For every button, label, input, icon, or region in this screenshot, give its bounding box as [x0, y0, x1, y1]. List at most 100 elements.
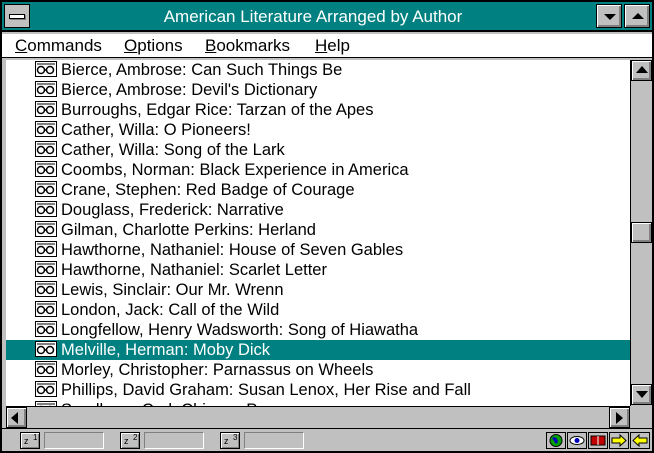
list-item[interactable]: Phillips, David Graham: Susan Lenox, Her…	[6, 380, 630, 400]
list-item-label: Bierce, Ambrose: Devil's Dictionary	[61, 81, 318, 99]
zoom-button-1[interactable]: z1	[20, 432, 40, 449]
status-bar: z1 z2 z3	[2, 428, 652, 451]
menu-bookmarks-label: ookmarks	[216, 36, 291, 55]
list-item-label: London, Jack: Call of the Wild	[61, 301, 280, 319]
book-icon	[35, 321, 59, 339]
up-arrow-icon	[636, 66, 648, 73]
menu-help-label: elp	[327, 36, 350, 55]
list-item-label: Hawthorne, Nathaniel: House of Seven Gab…	[61, 241, 404, 259]
minimize-button[interactable]	[596, 4, 622, 28]
zoom-1-number: 1	[33, 433, 38, 442]
list-item[interactable]: Douglass, Frederick: Narrative	[6, 200, 630, 220]
zoom-3-number: 3	[233, 433, 238, 442]
zoom-1-z: z	[24, 436, 29, 446]
list-item[interactable]: Hawthorne, Nathaniel: House of Seven Gab…	[6, 240, 630, 260]
book-icon	[35, 261, 59, 279]
book-icon	[35, 181, 59, 199]
book-icon	[35, 121, 59, 139]
list-item[interactable]: London, Jack: Call of the Wild	[6, 300, 630, 320]
minimize-icon	[604, 14, 616, 20]
book-open-icon[interactable]	[588, 432, 608, 449]
book-icon	[35, 141, 59, 159]
left-arrow-icon[interactable]	[630, 432, 650, 449]
down-arrow-icon	[636, 391, 648, 398]
right-arrow-icon[interactable]	[609, 432, 629, 449]
maximize-icon	[632, 13, 644, 19]
list-item-label: Cather, Willa: Song of the Lark	[61, 141, 285, 159]
list-item-label: Lewis, Sinclair: Our Mr. Wrenn	[61, 281, 284, 299]
list-item-label: Phillips, David Graham: Susan Lenox, Her…	[61, 381, 471, 399]
list-item[interactable]: Hawthorne, Nathaniel: Scarlet Letter	[6, 260, 630, 280]
zoom-button-2[interactable]: z2	[120, 432, 140, 449]
list-item[interactable]: Coombs, Norman: Black Experience in Amer…	[6, 160, 630, 180]
author-list[interactable]: Bierce, Ambrose: Can Such Things Be Bierc…	[6, 60, 630, 406]
book-icon	[35, 361, 59, 379]
app-window: American Literature Arranged by Author C…	[0, 0, 654, 453]
book-icon	[35, 301, 59, 319]
zoom-field-3	[244, 432, 304, 449]
list-item[interactable]: Melville, Herman: Moby Dick	[6, 340, 630, 360]
scroll-left-button[interactable]	[6, 407, 27, 428]
menu-help[interactable]: Help	[315, 36, 350, 56]
list-item-label: Coombs, Norman: Black Experience in Amer…	[61, 161, 409, 179]
system-menu-icon	[9, 14, 25, 19]
menu-options-label: ptions	[137, 36, 183, 55]
list-item[interactable]: Cather, Willa: O Pioneers!	[6, 120, 630, 140]
book-icon	[35, 161, 59, 179]
book-icon	[35, 381, 59, 399]
menu-bar: Commands Options Bookmarks Help	[2, 34, 652, 58]
eye-icon[interactable]	[567, 432, 587, 449]
menu-commands-mnemonic: C	[15, 36, 28, 55]
vertical-scrollbar[interactable]	[630, 60, 652, 406]
list-item[interactable]: Gilman, Charlotte Perkins: Herland	[6, 220, 630, 240]
list-item-label: Cather, Willa: O Pioneers!	[61, 121, 251, 139]
menu-bookmarks-mnemonic: B	[205, 36, 217, 55]
list-item-label: Gilman, Charlotte Perkins: Herland	[61, 221, 316, 239]
globe-icon[interactable]	[546, 432, 566, 449]
list-item[interactable]: Burroughs, Edgar Rice: Tarzan of the Ape…	[6, 100, 630, 120]
list-item-label: Morley, Christopher: Parnassus on Wheels	[61, 361, 374, 379]
zoom-3-z: z	[224, 436, 229, 446]
list-item[interactable]: Cather, Willa: Song of the Lark	[6, 140, 630, 160]
left-arrow-icon	[11, 412, 18, 424]
book-icon	[35, 61, 59, 79]
scroll-right-button[interactable]	[609, 407, 630, 428]
list-item[interactable]: Bierce, Ambrose: Can Such Things Be	[6, 60, 630, 80]
menu-commands[interactable]: Commands	[15, 36, 102, 56]
menu-commands-label: ommands	[27, 36, 102, 55]
menu-help-mnemonic: H	[315, 36, 328, 55]
book-icon	[35, 281, 59, 299]
list-item-label: Burroughs, Edgar Rice: Tarzan of the Ape…	[61, 101, 374, 119]
scrollbar-corner	[630, 406, 652, 428]
right-arrow-icon	[616, 412, 623, 424]
zoom-field-2	[144, 432, 204, 449]
window-title: American Literature Arranged by Author	[163, 7, 463, 26]
menu-options[interactable]: Options	[124, 36, 183, 56]
book-icon	[35, 81, 59, 99]
list-item[interactable]: Morley, Christopher: Parnassus on Wheels	[6, 360, 630, 380]
scroll-down-button[interactable]	[631, 384, 652, 405]
book-icon	[35, 201, 59, 219]
list-item-label: Melville, Herman: Moby Dick	[61, 341, 271, 359]
book-icon	[35, 101, 59, 119]
book-icon	[35, 241, 59, 259]
book-icon	[35, 221, 59, 239]
list-item[interactable]: Bierce, Ambrose: Devil's Dictionary	[6, 80, 630, 100]
zoom-2-z: z	[124, 436, 129, 446]
zoom-field-1	[44, 432, 104, 449]
zoom-button-3[interactable]: z3	[220, 432, 240, 449]
list-item[interactable]: Lewis, Sinclair: Our Mr. Wrenn	[6, 280, 630, 300]
system-menu-button[interactable]	[4, 4, 30, 28]
horizontal-scrollbar[interactable]	[6, 406, 630, 428]
list-item-label: Bierce, Ambrose: Can Such Things Be	[61, 61, 343, 79]
book-icon	[35, 341, 59, 359]
title-bar[interactable]: American Literature Arranged by Author	[2, 2, 652, 32]
list-item[interactable]: Crane, Stephen: Red Badge of Courage	[6, 180, 630, 200]
menu-bookmarks[interactable]: Bookmarks	[205, 36, 290, 56]
maximize-button[interactable]	[624, 4, 650, 28]
list-item[interactable]: Longfellow, Henry Wadsworth: Song of Hia…	[6, 320, 630, 340]
scroll-thumb[interactable]	[631, 222, 652, 243]
list-item-label: Longfellow, Henry Wadsworth: Song of Hia…	[61, 321, 419, 339]
zoom-2-number: 2	[133, 433, 138, 442]
scroll-up-button[interactable]	[631, 60, 652, 81]
